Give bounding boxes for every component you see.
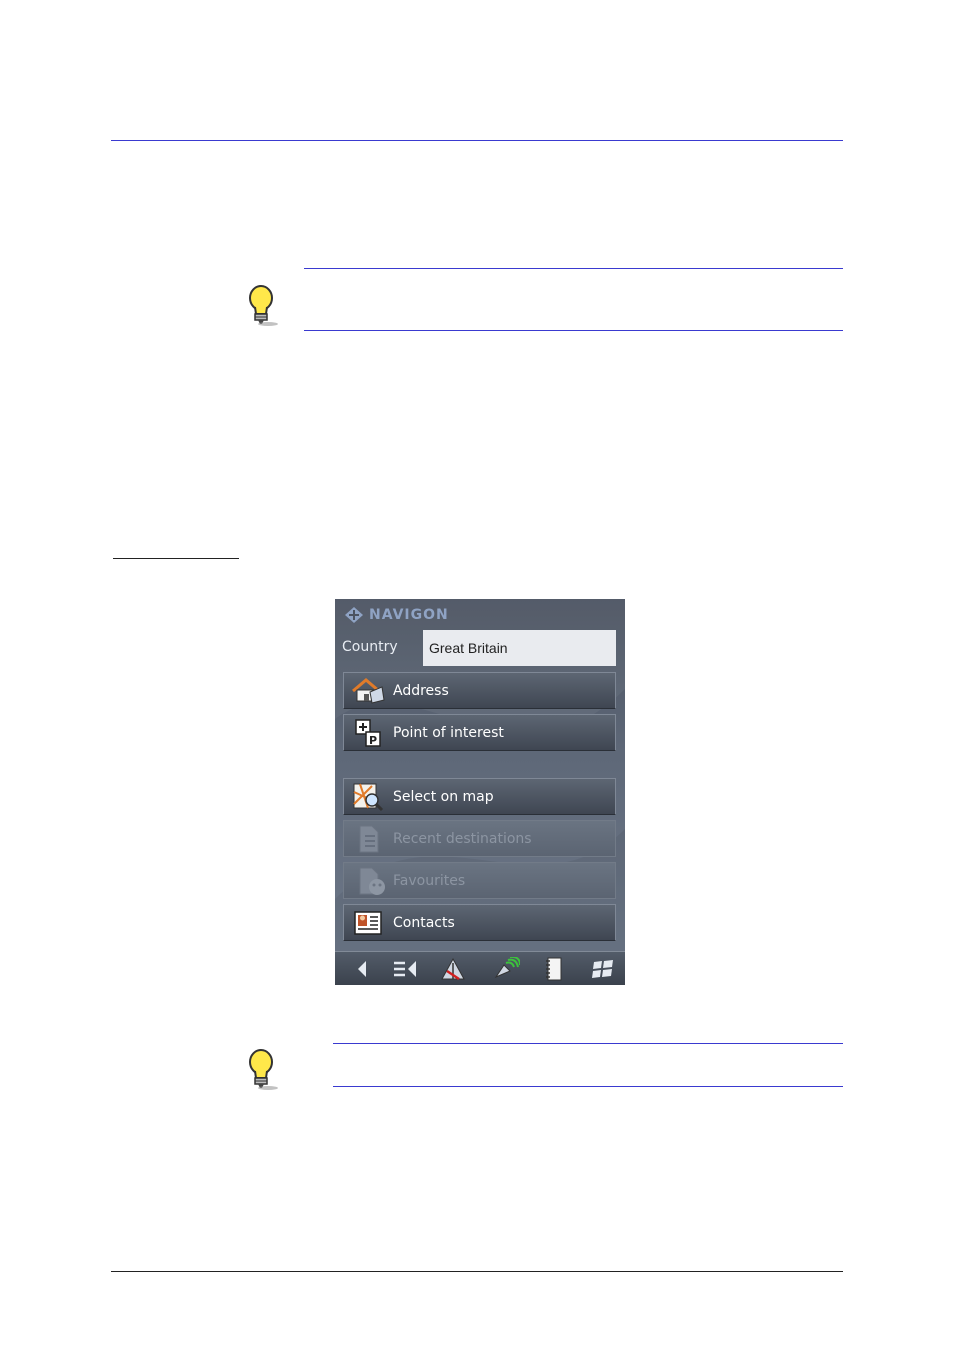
recent-destinations-label: Recent destinations <box>393 830 532 847</box>
recent-destinations-icon <box>359 825 379 852</box>
route-icon[interactable] <box>439 957 467 981</box>
back-icon[interactable] <box>349 957 377 981</box>
country-field[interactable]: Great Britain <box>423 630 616 666</box>
logo-text: NAVIGON <box>369 607 449 623</box>
favourites-button[interactable]: Favourites <box>343 862 616 899</box>
tip-rule-top <box>333 1043 843 1044</box>
svg-text:P: P <box>369 734 377 747</box>
address-button[interactable]: Address <box>343 672 616 709</box>
tip-rule-bottom <box>304 330 843 331</box>
navigon-logo: NAVIGON <box>343 605 449 625</box>
lightbulb-icon <box>249 285 278 326</box>
favourites-icon <box>359 867 385 895</box>
house-icon <box>352 677 385 704</box>
navigon-logo-icon <box>345 607 363 623</box>
bottom-toolbar <box>335 951 625 985</box>
gps-icon[interactable] <box>492 957 520 981</box>
menu-icon[interactable] <box>391 957 419 981</box>
select-on-map-button[interactable]: Select on map <box>343 778 616 815</box>
margin-rule <box>113 558 239 559</box>
tip-rule-bottom <box>333 1086 843 1087</box>
favourites-label: Favourites <box>393 872 466 889</box>
map-search-icon <box>353 783 384 811</box>
contacts-icon <box>354 910 382 935</box>
header-rule <box>111 140 843 141</box>
notebook-icon[interactable] <box>540 957 568 981</box>
contacts-label: Contacts <box>393 914 455 931</box>
country-label: Country <box>342 639 398 655</box>
poi-icon: P <box>355 718 381 747</box>
tip-rule-top <box>304 268 843 269</box>
lightbulb-icon <box>249 1049 278 1090</box>
device-screenshot: NAVIGON Country Great Britain Address P … <box>335 599 625 985</box>
recent-destinations-button[interactable]: Recent destinations <box>343 820 616 857</box>
select-on-map-label: Select on map <box>393 788 494 805</box>
point-of-interest-label: Point of interest <box>393 724 504 741</box>
footer-rule <box>111 1271 843 1272</box>
windows-icon[interactable] <box>589 957 617 981</box>
address-label: Address <box>393 682 449 699</box>
point-of-interest-button[interactable]: P Point of interest <box>343 714 616 751</box>
contacts-button[interactable]: Contacts <box>343 904 616 941</box>
